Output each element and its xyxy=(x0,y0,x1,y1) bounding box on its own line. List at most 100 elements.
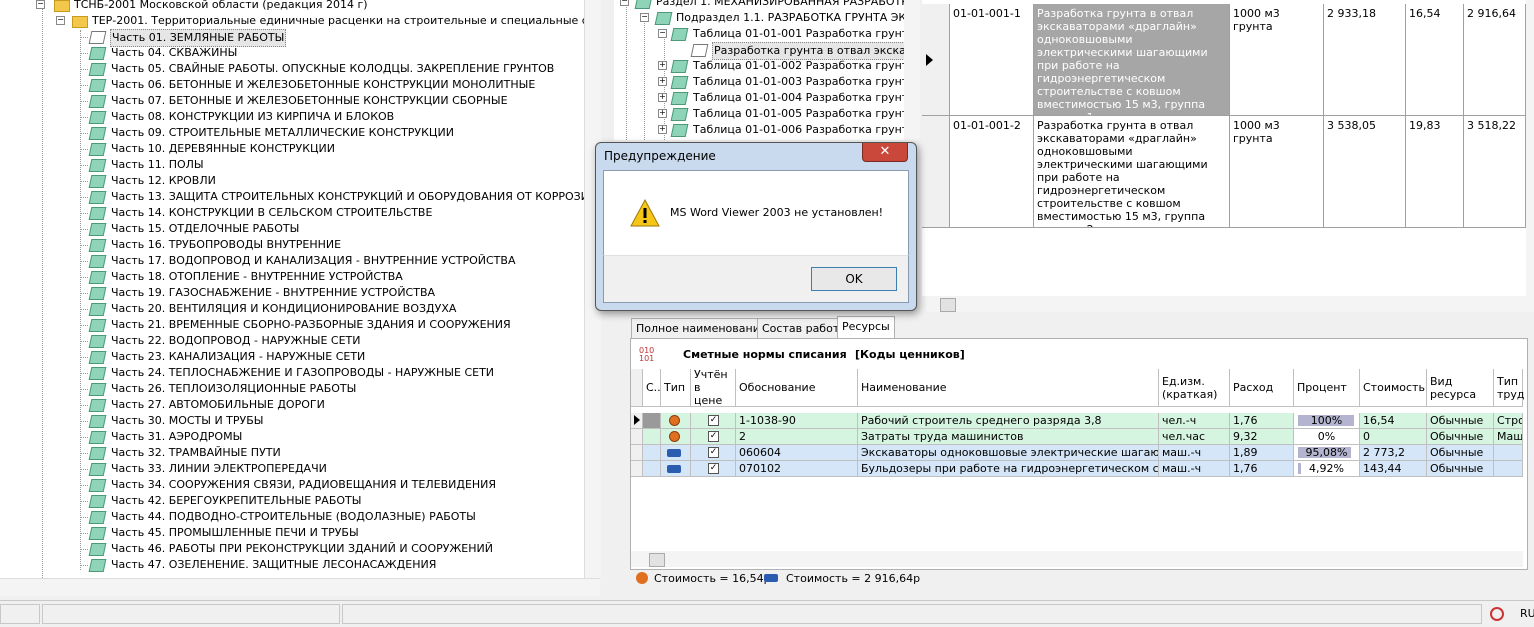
collapse-icon[interactable]: − xyxy=(620,0,629,6)
grid-cell-v2[interactable]: 16,54 xyxy=(1406,4,1464,116)
grid-cell-v1[interactable]: 2 933,18 xyxy=(1324,4,1406,116)
resource-cell-qty[interactable]: 1,89 xyxy=(1230,445,1294,461)
resource-row[interactable]: ✓ 060604 Экскаваторы одноковшовые электрич… xyxy=(631,445,1523,461)
tab-resources[interactable]: Ресурсы xyxy=(837,316,895,339)
close-button[interactable]: ✕ xyxy=(862,143,908,162)
resource-cell-type[interactable] xyxy=(1494,445,1523,461)
expand-icon[interactable]: + xyxy=(658,109,667,118)
tab-full-name[interactable]: Полное наименование xyxy=(631,318,772,339)
resource-cell-type[interactable] xyxy=(1494,461,1523,477)
included-checkbox[interactable]: ✓ xyxy=(691,461,736,477)
resource-cell-cost[interactable]: 16,54 xyxy=(1360,413,1427,429)
scroll-thumb[interactable] xyxy=(940,298,956,312)
collapse-icon[interactable]: − xyxy=(640,13,649,22)
type-cell[interactable] xyxy=(661,445,691,461)
binary-codes-icon[interactable]: 010 101 xyxy=(639,347,654,363)
row-indicator[interactable] xyxy=(631,461,643,477)
row-indicator[interactable] xyxy=(631,429,643,445)
checkbox-checked-icon[interactable]: ✓ xyxy=(708,415,719,426)
column-header[interactable]: Ед.изм. (краткая) xyxy=(1159,369,1230,407)
expand-icon[interactable]: + xyxy=(658,61,667,70)
collapse-icon[interactable]: − xyxy=(36,0,45,9)
resource-row[interactable]: ✓ 2 Затраты труда машинистов чел.час 9,32 0% 0… xyxy=(631,429,1523,445)
grid-cell-name[interactable]: Разработка грунта в отвал экскаваторами … xyxy=(1034,116,1230,228)
column-header[interactable]: Расход xyxy=(1230,369,1294,407)
column-header[interactable]: Стоимость xyxy=(1360,369,1427,407)
grid-cell-unit[interactable]: 1000 м3 грунта xyxy=(1230,116,1324,228)
checkbox-checked-icon[interactable]: ✓ xyxy=(708,447,719,458)
grid-cell-code[interactable]: 01-01-001-2 xyxy=(950,116,1034,228)
included-checkbox[interactable]: ✓ xyxy=(691,429,736,445)
no-entry-icon[interactable] xyxy=(1490,607,1504,621)
resource-row[interactable]: ✓ 070102 Бульдозеры при работе на гидроэне… xyxy=(631,461,1523,477)
select-cell[interactable] xyxy=(643,413,661,429)
resource-cell-name[interactable]: Рабочий строитель среднего разряда 3,8 xyxy=(858,413,1159,429)
type-cell[interactable] xyxy=(661,413,691,429)
included-checkbox[interactable]: ✓ xyxy=(691,445,736,461)
expand-icon[interactable]: + xyxy=(658,77,667,86)
collapse-icon[interactable]: − xyxy=(658,29,667,38)
column-header[interactable]: Вид ресурса xyxy=(1427,369,1494,407)
select-cell[interactable] xyxy=(643,461,661,477)
resource-cell-unit[interactable]: маш.-ч xyxy=(1159,445,1230,461)
scroll-thumb[interactable] xyxy=(649,553,665,567)
row-indicator[interactable] xyxy=(922,116,950,228)
resource-cell-name[interactable]: Бульдозеры при работе на гидроэнергетиче… xyxy=(858,461,1159,477)
grid-cell-unit[interactable]: 1000 м3 грунта xyxy=(1230,4,1324,116)
column-header[interactable]: Обоснование xyxy=(736,369,858,407)
resource-cell-cost[interactable]: 143,44 xyxy=(1360,461,1427,477)
resource-cell-basis[interactable]: 1-1038-90 xyxy=(736,413,858,429)
tab-work-composition[interactable]: Состав работ xyxy=(757,318,845,339)
resource-cell-basis[interactable]: 2 xyxy=(736,429,858,445)
language-indicator[interactable]: RU xyxy=(1520,607,1534,620)
resource-cell-kind[interactable]: Обычные xyxy=(1427,461,1494,477)
price-codes-label[interactable]: [Коды ценников] xyxy=(855,348,965,361)
resource-cell-qty[interactable]: 1,76 xyxy=(1230,413,1294,429)
grid-cell-code[interactable]: 01-01-001-1 xyxy=(950,4,1034,116)
resource-cell-kind[interactable]: Обычные xyxy=(1427,413,1494,429)
grid-cell-v3[interactable]: 2 916,64 xyxy=(1464,4,1526,116)
expand-icon[interactable]: + xyxy=(658,125,667,134)
resource-cell-basis[interactable]: 070102 xyxy=(736,461,858,477)
left-horizontal-scrollbar[interactable] xyxy=(0,578,600,596)
expand-icon[interactable]: + xyxy=(658,93,667,102)
grid-cell-name[interactable]: Разработка грунта в отвал экскаваторами … xyxy=(1034,4,1230,116)
included-checkbox[interactable]: ✓ xyxy=(691,413,736,429)
right-tree-panel[interactable]: − Раздел 1. МЕХАНИЗИРОВАННАЯ РАЗРАБОТКА … xyxy=(614,0,906,140)
ok-button[interactable]: OK xyxy=(811,267,897,291)
resource-cell-kind[interactable]: Обычные xyxy=(1427,445,1494,461)
percent-cell[interactable]: 4,92% xyxy=(1294,461,1360,477)
column-header[interactable]: Процент xyxy=(1294,369,1360,407)
resource-cell-unit[interactable]: чел.час xyxy=(1159,429,1230,445)
grid-cell-v3[interactable]: 3 518,22 xyxy=(1464,116,1526,228)
resource-cell-type[interactable]: Маш xyxy=(1494,429,1523,445)
resource-cell-unit[interactable]: чел.-ч xyxy=(1159,413,1230,429)
resource-cell-name[interactable]: Экскаваторы одноковшовые электрические ш… xyxy=(858,445,1159,461)
column-header[interactable]: Тип xyxy=(661,369,691,407)
type-cell[interactable] xyxy=(661,461,691,477)
column-header[interactable]: Наименование xyxy=(858,369,1159,407)
rates-grid-hscrollbar[interactable] xyxy=(926,296,1526,312)
percent-cell[interactable]: 100% xyxy=(1294,413,1360,429)
column-header[interactable]: Учтён в цене xyxy=(691,368,736,407)
row-indicator[interactable] xyxy=(922,4,950,116)
resource-cell-kind[interactable]: Обычные xyxy=(1427,429,1494,445)
resource-cell-qty[interactable]: 9,32 xyxy=(1230,429,1294,445)
resource-cell-basis[interactable]: 060604 xyxy=(736,445,858,461)
row-indicator[interactable] xyxy=(631,413,643,429)
row-indicator[interactable] xyxy=(631,445,643,461)
type-cell[interactable] xyxy=(661,429,691,445)
column-header[interactable]: Тип труд xyxy=(1494,369,1525,407)
column-header[interactable]: С.. xyxy=(643,369,661,407)
percent-cell[interactable]: 95,08% xyxy=(1294,445,1360,461)
resource-cell-name[interactable]: Затраты труда машинистов xyxy=(858,429,1159,445)
resource-cell-unit[interactable]: маш.-ч xyxy=(1159,461,1230,477)
rates-grid-vscrollbar[interactable] xyxy=(1526,0,1534,312)
grid-cell-v2[interactable]: 19,83 xyxy=(1406,116,1464,228)
collapse-icon[interactable]: − xyxy=(56,16,65,25)
checkbox-checked-icon[interactable]: ✓ xyxy=(708,463,719,474)
percent-cell[interactable]: 0% xyxy=(1294,429,1360,445)
norms-label[interactable]: Сметные нормы списания xyxy=(683,348,847,361)
checkbox-checked-icon[interactable]: ✓ xyxy=(708,431,719,442)
resources-hscrollbar[interactable] xyxy=(631,551,1523,567)
